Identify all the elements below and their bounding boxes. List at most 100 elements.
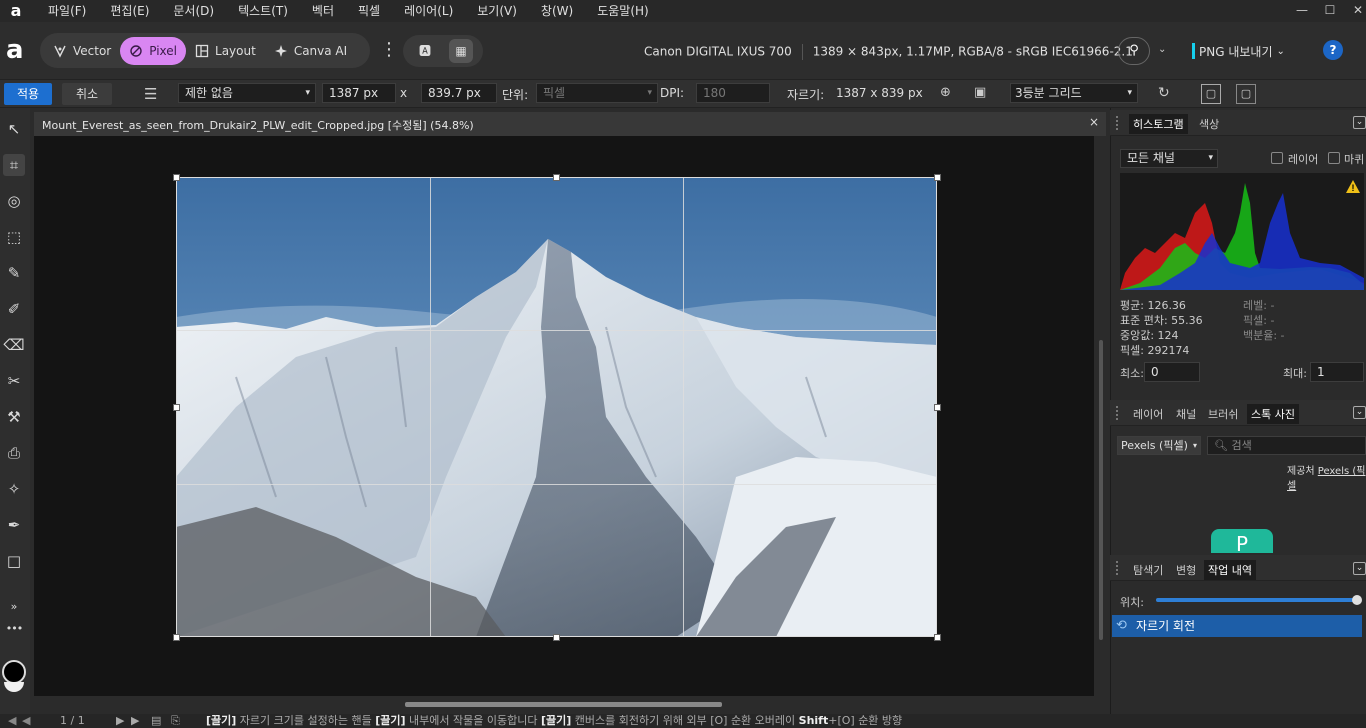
selection-brush-icon[interactable]: ◎	[3, 190, 25, 212]
first-page-icon[interactable]: ◀	[8, 714, 16, 728]
close-document-icon[interactable]: ×	[1089, 115, 1099, 129]
tab-histogram[interactable]: 히스토그램	[1129, 114, 1188, 134]
stat-std: 표준 편차: 55.36	[1120, 314, 1203, 327]
close-window-button[interactable]: ✕	[1340, 0, 1366, 22]
crop-boundary[interactable]	[176, 177, 937, 637]
menu-help[interactable]: 도움말(H)	[585, 0, 661, 22]
tab-brushes[interactable]: 브러쉬	[1204, 404, 1242, 424]
rotate-options-icon[interactable]: ▣	[974, 85, 986, 100]
persona-canva-ai-label: Canva AI	[293, 43, 348, 58]
crop-handle[interactable]	[173, 174, 180, 181]
panel-grip[interactable]	[1116, 561, 1120, 575]
crop-frame-icon[interactable]: ▢	[1201, 84, 1221, 104]
crop-handle[interactable]	[934, 404, 941, 411]
tab-history[interactable]: 작업 내역	[1204, 560, 1256, 580]
rectangle-tool-icon[interactable]: □	[3, 550, 25, 572]
secondary-color-swatch[interactable]	[4, 682, 24, 692]
crop-canvas-icon[interactable]: ▢	[1236, 84, 1256, 104]
more-tools-icon[interactable]: •••	[3, 618, 25, 640]
menu-text[interactable]: 텍스트(T)	[226, 0, 300, 22]
history-item[interactable]: ⟲ 자르기 회전	[1112, 615, 1362, 637]
crop-height-input[interactable]: 839.7 px	[421, 83, 497, 103]
crop-handle[interactable]	[173, 634, 180, 641]
next-page-icon[interactable]: ▶	[116, 714, 124, 728]
menu-edit[interactable]: 편집(E)	[98, 0, 161, 22]
app-logo-icon[interactable]: a	[6, 35, 24, 65]
panel-collapse-icon[interactable]: ⌄	[1353, 116, 1366, 129]
pages-icon[interactable]: ▤	[151, 714, 161, 728]
expand-tools-icon[interactable]: »	[3, 596, 25, 618]
tab-stock[interactable]: 스톡 사진	[1247, 404, 1299, 424]
panel-collapse-icon[interactable]: ⌄	[1353, 406, 1366, 419]
tab-transform[interactable]: 변형	[1172, 560, 1200, 580]
menu-window[interactable]: 창(W)	[529, 0, 585, 22]
paint-brush-icon[interactable]: ✐	[3, 298, 25, 320]
panel-grip[interactable]	[1116, 116, 1120, 130]
channel-select[interactable]: 모든 채널 ▾	[1120, 149, 1218, 168]
tab-channels[interactable]: 채널	[1172, 404, 1200, 424]
menu-layer[interactable]: 레이어(L)	[392, 0, 465, 22]
dodge-tool-icon[interactable]: ✂	[3, 370, 25, 392]
slider-handle[interactable]	[1352, 595, 1362, 605]
persona-canva-ai-button[interactable]: Canva AI	[265, 37, 356, 65]
clone-stamp-icon[interactable]: ⎙	[3, 442, 25, 464]
horizontal-scrollbar[interactable]	[405, 702, 722, 707]
apply-button[interactable]: 적용	[4, 83, 52, 105]
menu-document[interactable]: 문서(D)	[161, 0, 226, 22]
crop-handle[interactable]	[553, 634, 560, 641]
hint-icon[interactable]: ⚲	[1118, 37, 1150, 65]
stock-source-select[interactable]: Pexels (픽셀) ▾	[1117, 436, 1201, 455]
max-input[interactable]: 1	[1310, 362, 1364, 382]
stock-search-input[interactable]: 🔍︎ 검색	[1207, 436, 1366, 455]
constraint-select[interactable]: 제한 없음 ▾	[178, 83, 316, 103]
layer-checkbox[interactable]	[1271, 152, 1283, 164]
menu-pixel[interactable]: 픽셀	[346, 0, 392, 22]
erase-brush-icon[interactable]: ⌫	[3, 334, 25, 356]
straighten-icon[interactable]: ⊕	[940, 85, 951, 100]
persona-vector-button[interactable]: Vector	[44, 37, 120, 65]
pen-tool-icon[interactable]: ✒	[3, 514, 25, 536]
flood-fill-icon[interactable]: ✎	[3, 262, 25, 284]
cancel-button[interactable]: 취소	[62, 83, 112, 105]
spread-icon[interactable]: ⎘	[171, 714, 180, 728]
export-button[interactable]: PNG 내보내기 ⌄	[1192, 40, 1285, 62]
crop-handle[interactable]	[934, 634, 941, 641]
persona-layout-button[interactable]: Layout	[186, 37, 265, 65]
min-input[interactable]: 0	[1144, 362, 1200, 382]
inpainting-brush-icon[interactable]: ✧	[3, 478, 25, 500]
chevron-down-icon[interactable]: ⌄	[1158, 44, 1166, 55]
marquee-checkbox[interactable]	[1328, 152, 1340, 164]
crop-handle[interactable]	[934, 174, 941, 181]
dpi-input[interactable]: 180	[696, 83, 770, 103]
grid-mode-icon[interactable]: ▦	[449, 39, 473, 63]
reset-icon[interactable]: ↻	[1158, 85, 1170, 101]
settings-sliders-icon[interactable]: ☰	[144, 85, 157, 103]
marquee-tool-icon[interactable]: ⬚	[3, 226, 25, 248]
crop-width-input[interactable]: 1387 px	[322, 83, 396, 103]
menu-vector[interactable]: 벡터	[300, 0, 346, 22]
crop-handle[interactable]	[173, 404, 180, 411]
blur-brush-icon[interactable]: ⚒	[3, 406, 25, 428]
history-position-slider[interactable]	[1156, 598, 1356, 602]
help-button[interactable]: ?	[1323, 40, 1343, 60]
crop-handle[interactable]	[553, 174, 560, 181]
crop-tool-icon[interactable]: ⌗	[3, 154, 25, 176]
tab-color[interactable]: 색상	[1195, 114, 1223, 134]
last-page-icon[interactable]: ▶	[131, 714, 139, 728]
prev-page-icon[interactable]: ◀	[22, 714, 30, 728]
move-tool-icon[interactable]: ↖	[3, 118, 25, 140]
text-frame-mode-icon[interactable]: 🅰	[413, 39, 437, 63]
unit-select[interactable]: 픽셀 ▾	[536, 83, 658, 103]
layout-persona-icon	[195, 44, 209, 57]
vertical-scrollbar[interactable]	[1099, 340, 1103, 640]
primary-color-swatch[interactable]	[2, 660, 26, 684]
more-options-icon[interactable]: ⋮	[380, 40, 398, 60]
tab-navigator[interactable]: 탐색기	[1129, 560, 1167, 580]
panel-grip[interactable]	[1116, 406, 1120, 420]
tab-layers[interactable]: 레이어	[1129, 404, 1167, 424]
overlay-select[interactable]: 3등분 그리드 ▾	[1010, 83, 1138, 103]
menu-file[interactable]: 파일(F)	[36, 0, 98, 22]
menu-view[interactable]: 보기(V)	[465, 0, 529, 22]
persona-pixel-button[interactable]: Pixel	[120, 36, 187, 65]
panel-collapse-icon[interactable]: ⌄	[1353, 562, 1366, 575]
